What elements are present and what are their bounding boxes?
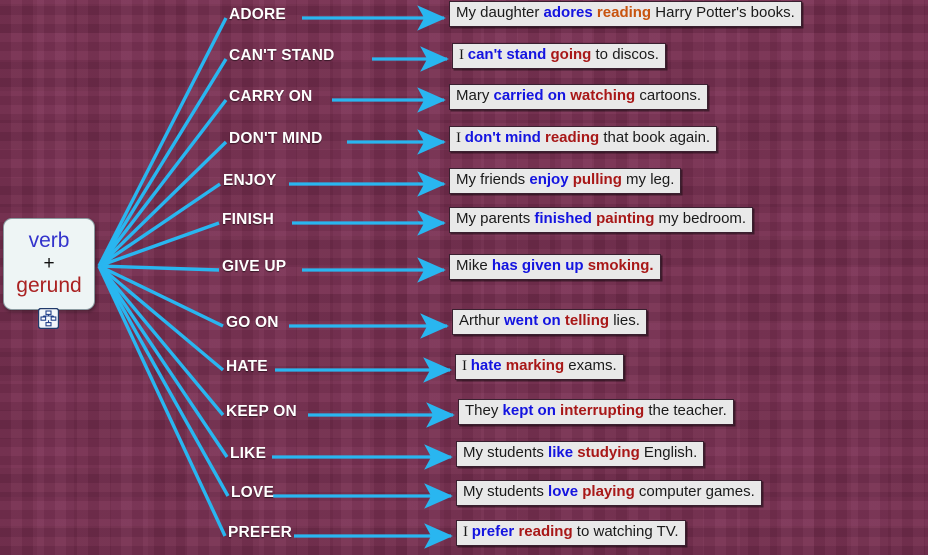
example-sentence-box[interactable]: My parents finished painting my bedroom. <box>449 207 754 233</box>
sentence-main-verb: finished <box>534 210 592 227</box>
sentence-gerund: smoking. <box>587 257 654 274</box>
fan-lines <box>97 17 230 537</box>
sentence-main-verb: like <box>548 444 574 461</box>
sentence-gerund: marking <box>505 357 565 374</box>
sentence-pre-text: I <box>456 130 465 146</box>
verb-label-hate[interactable]: HATE <box>226 358 268 376</box>
sentence-main-verb: hate <box>470 357 502 374</box>
example-sentence-box[interactable]: Mike has given up smoking. <box>449 254 661 280</box>
sentence-main-verb: love <box>548 483 579 500</box>
verb-label-can-t-stand[interactable]: CAN'T STAND <box>229 47 334 65</box>
sentence-post-text: the teacher. <box>644 402 727 419</box>
sentence-gerund: reading <box>518 523 573 540</box>
sentence-post-text: that book again. <box>599 129 711 146</box>
sentence-gerund: interrupting <box>560 402 645 419</box>
verb-label-carry-on[interactable]: CARRY ON <box>229 88 312 106</box>
org-chart-icon <box>38 308 59 329</box>
sentence-main-verb: can't stand <box>467 46 547 63</box>
example-sentence-box[interactable]: Mary carried on watching cartoons. <box>449 84 709 110</box>
example-sentence-box[interactable]: My friends enjoy pulling my leg. <box>449 168 682 194</box>
sentence-gerund: pulling <box>572 171 622 188</box>
sentence-pre-text: My students <box>463 483 549 500</box>
sentence-main-verb: adores <box>543 4 593 21</box>
verb-label-prefer[interactable]: PREFER <box>228 524 292 542</box>
sentence-post-text: Harry Potter's books. <box>651 4 795 21</box>
sentence-pre-text: I <box>463 524 472 540</box>
sentence-post-text: exams. <box>564 357 617 374</box>
sentence-pre-text: Mike <box>456 257 492 274</box>
verb-label-keep-on[interactable]: KEEP ON <box>226 403 297 421</box>
sentence-pre-text: They <box>465 402 503 419</box>
sentence-post-text: to discos. <box>591 46 659 63</box>
fan-line <box>97 264 225 417</box>
sentence-pre-text: My friends <box>456 171 530 188</box>
center-node-verb-gerund[interactable]: verb + gerund <box>3 218 95 310</box>
fan-line <box>98 264 220 272</box>
verb-label-love[interactable]: LOVE <box>231 484 274 502</box>
center-label-verb: verb <box>28 229 70 253</box>
sentence-post-text: to watching TV. <box>572 523 679 540</box>
example-sentence-box[interactable]: They kept on interrupting the teacher. <box>458 399 734 425</box>
sentence-main-verb: enjoy <box>529 171 569 188</box>
verb-label-go-on[interactable]: GO ON <box>226 314 279 332</box>
sentence-post-text: computer games. <box>634 483 755 500</box>
center-label-gerund: gerund <box>16 274 82 298</box>
sentence-main-verb: kept on <box>502 402 556 419</box>
sentence-gerund: studying <box>577 444 640 461</box>
sentence-main-verb: prefer <box>471 523 515 540</box>
example-sentence-box[interactable]: I hate marking exams. <box>455 354 624 380</box>
sentence-post-text: English. <box>639 444 698 461</box>
example-sentence-box[interactable]: My students love playing computer games. <box>456 480 762 506</box>
sentence-gerund: playing <box>582 483 635 500</box>
sentence-post-text: my bedroom. <box>654 210 747 227</box>
verb-label-enjoy[interactable]: ENJOY <box>223 172 277 190</box>
example-sentence-box[interactable]: My students like studying English. <box>456 441 705 467</box>
sentence-post-text: my leg. <box>621 171 675 188</box>
sentence-pre-text: I <box>462 358 471 374</box>
example-sentence-box[interactable]: I can't stand going to discos. <box>452 43 666 69</box>
verb-label-give-up[interactable]: GIVE UP <box>222 258 286 276</box>
example-sentence-box[interactable]: Arthur went on telling lies. <box>452 309 647 335</box>
sentence-main-verb: has given up <box>491 257 584 274</box>
sentence-gerund: reading <box>596 4 652 21</box>
sentence-post-text: cartoons. <box>635 87 702 104</box>
verb-label-adore[interactable]: ADORE <box>229 6 286 24</box>
sentence-main-verb: carried on <box>493 87 567 104</box>
sentence-pre-text: My daughter <box>456 4 544 21</box>
sentence-main-verb: went on <box>504 312 561 329</box>
fan-line <box>97 98 228 268</box>
sentence-pre-text: I <box>459 47 468 63</box>
sentence-gerund: reading <box>544 129 600 146</box>
fan-line <box>97 265 230 497</box>
center-label-plus: + <box>43 252 55 274</box>
example-sentence-box[interactable]: I prefer reading to watching TV. <box>456 520 686 546</box>
sentence-main-verb: don't mind <box>464 129 541 146</box>
fan-line <box>97 265 229 458</box>
verb-label-don-t-mind[interactable]: DON'T MIND <box>229 130 323 148</box>
fan-line <box>97 265 227 537</box>
verb-label-like[interactable]: LIKE <box>230 445 266 463</box>
example-sentence-box[interactable]: I don't mind reading that book again. <box>449 126 718 152</box>
sentence-gerund: going <box>550 46 592 63</box>
sentence-pre-text: My parents <box>456 210 535 227</box>
sentence-gerund: telling <box>564 312 610 329</box>
sentence-pre-text: My students <box>463 444 549 461</box>
example-sentence-box[interactable]: My daughter adores reading Harry Potter'… <box>449 1 802 27</box>
verb-label-finish[interactable]: FINISH <box>222 211 274 229</box>
sentence-pre-text: Arthur <box>459 312 505 329</box>
sentence-post-text: lies. <box>609 312 640 329</box>
fan-line <box>98 182 221 268</box>
sentence-gerund: watching <box>570 87 636 104</box>
diagram-canvas: verb + gerund ADORE CAN'T STAND CARRY ON DO… <box>0 0 928 555</box>
sentence-gerund: painting <box>596 210 655 227</box>
sentence-pre-text: Mary <box>456 87 494 104</box>
